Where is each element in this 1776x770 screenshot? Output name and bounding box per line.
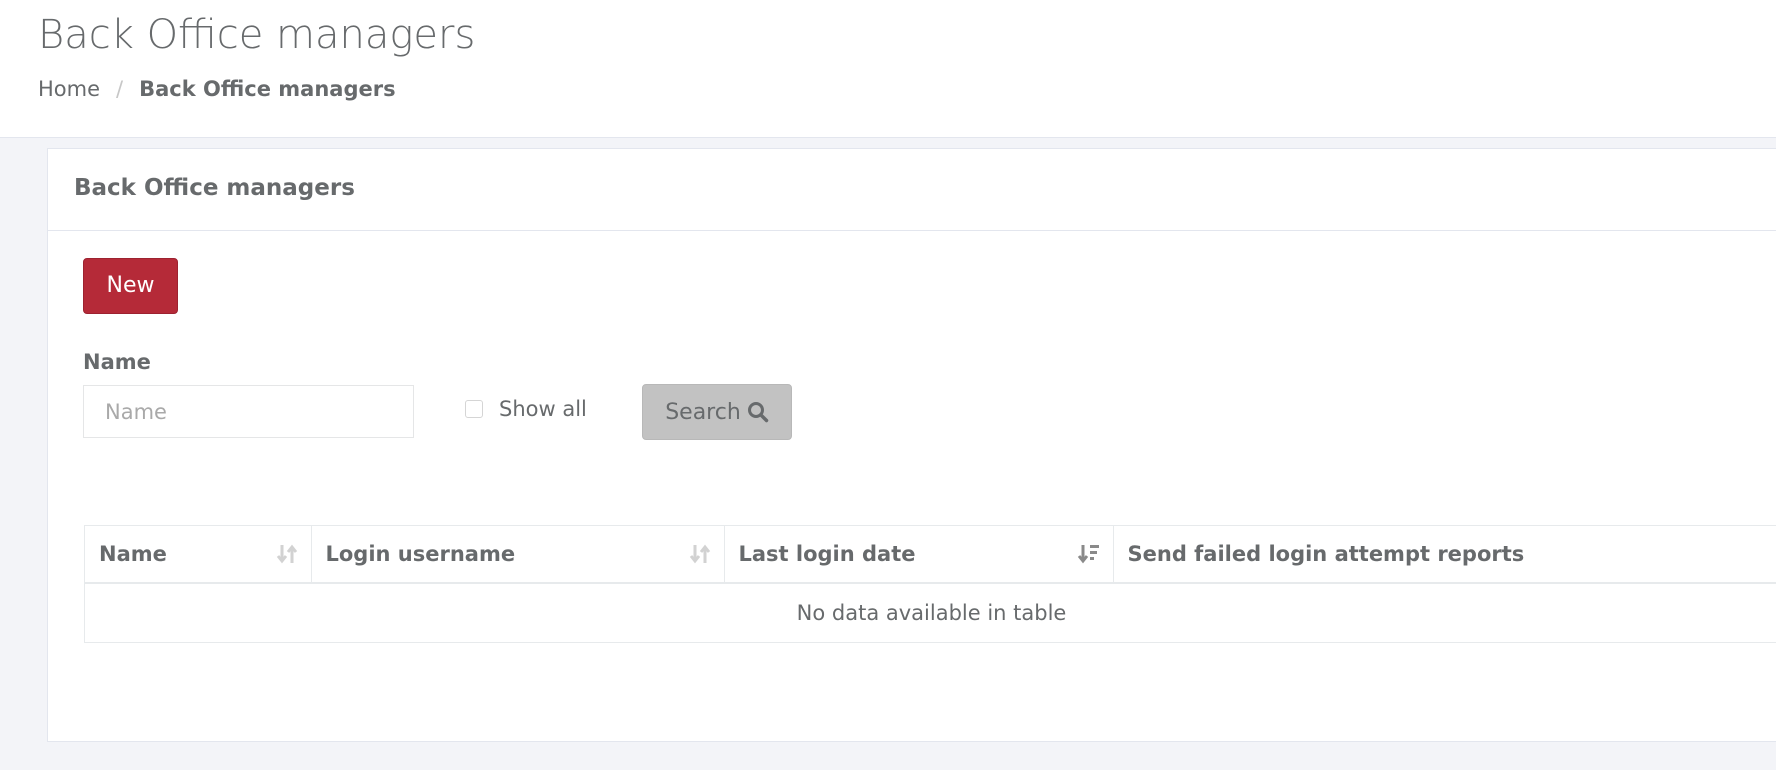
- column-header-login-username[interactable]: Login username: [311, 526, 725, 584]
- sort-desc-icon: [1077, 542, 1101, 566]
- column-header-send-failed-login-reports[interactable]: Send failed login attempt reports: [1113, 526, 1776, 584]
- column-header-label: Name: [99, 542, 167, 566]
- show-all-label[interactable]: Show all: [499, 397, 587, 421]
- managers-table-wrap: Name Login username Last login date Send…: [84, 525, 1776, 643]
- breadcrumb-current: Back Office managers: [139, 77, 396, 101]
- column-header-label: Last login date: [738, 542, 916, 566]
- search-button[interactable]: Search: [642, 384, 792, 440]
- breadcrumb-home-link[interactable]: Home: [38, 77, 100, 101]
- page-header: Back Office managers Home / Back Office ma…: [0, 0, 1776, 138]
- new-button[interactable]: New: [83, 258, 178, 314]
- column-header-last-login-date[interactable]: Last login date: [724, 526, 1114, 584]
- show-all-control[interactable]: Show all: [465, 392, 587, 426]
- page-title: Back Office managers: [38, 12, 476, 58]
- name-filter-label: Name: [83, 350, 151, 374]
- search-button-label: Search: [665, 399, 741, 425]
- name-filter-input[interactable]: [83, 385, 414, 438]
- sort-both-icon: [688, 542, 712, 566]
- breadcrumb: Home / Back Office managers: [38, 75, 396, 103]
- sort-both-icon: [275, 542, 299, 566]
- table-header-row: Name Login username Last login date Send…: [85, 526, 1776, 584]
- managers-panel: Back Office managers New Name Show all S…: [47, 148, 1776, 742]
- managers-table: Name Login username Last login date Send…: [85, 526, 1776, 643]
- search-icon: [747, 401, 769, 423]
- table-row-empty: No data available in table: [85, 583, 1776, 643]
- panel-title: Back Office managers: [74, 175, 355, 201]
- empty-table-message: No data available in table: [85, 583, 1776, 643]
- panel-heading: Back Office managers: [48, 149, 1776, 231]
- show-all-checkbox[interactable]: [465, 400, 483, 418]
- column-header-label: Send failed login attempt reports: [1127, 542, 1525, 566]
- column-header-name[interactable]: Name: [85, 526, 312, 584]
- column-header-label: Login username: [325, 542, 516, 566]
- breadcrumb-separator: /: [116, 77, 124, 101]
